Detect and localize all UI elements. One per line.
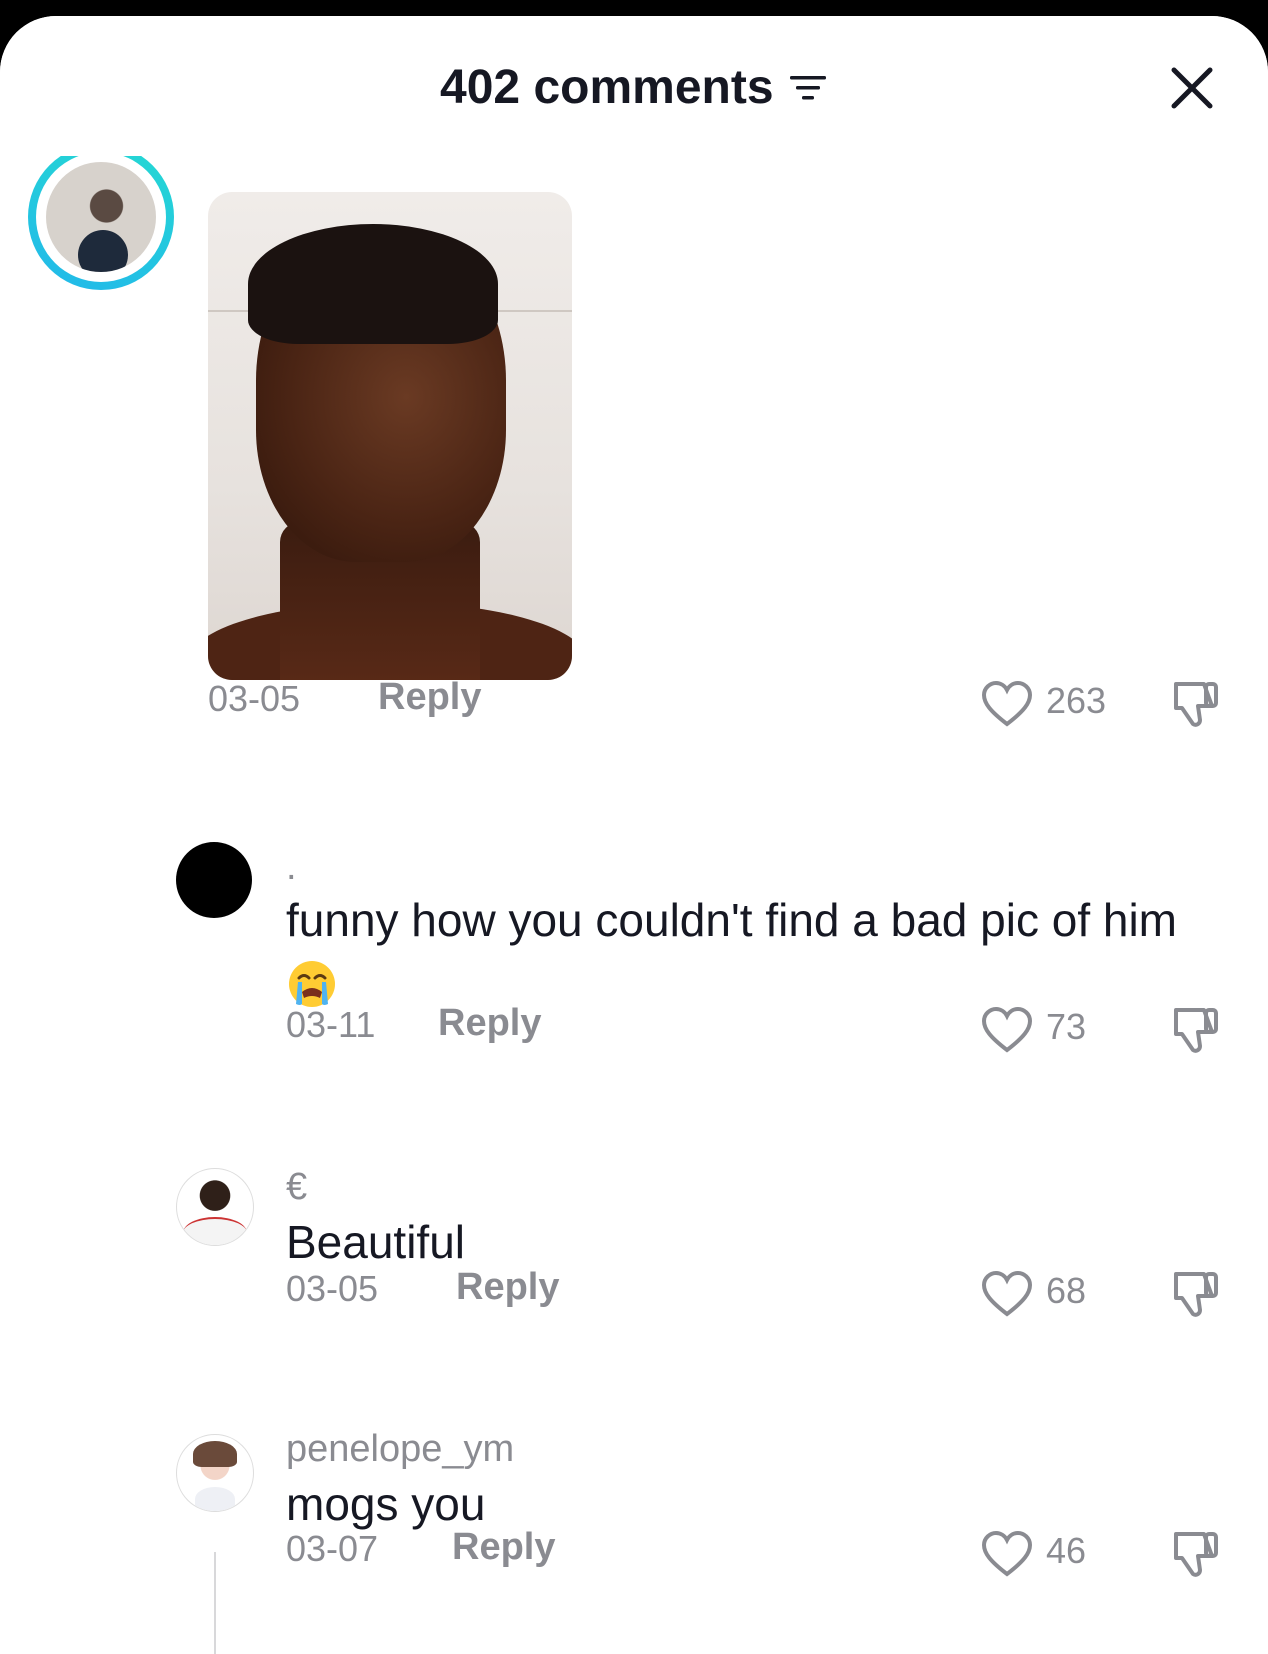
avatar[interactable] [176,842,252,918]
dislike-icon[interactable] [1168,1268,1224,1320]
like-count: 73 [1046,1006,1087,1047]
dislike-icon[interactable] [1168,1528,1224,1580]
comment-text-content: funny how you couldn't find a bad pic of… [286,894,1178,946]
avatar[interactable] [28,144,174,290]
avatar[interactable] [176,1168,254,1246]
comment-text: funny how you couldn't find a bad pic of… [286,890,1226,1010]
avatar[interactable] [176,1434,254,1512]
thread-line [214,1552,216,1654]
comment-date: 03-05 [208,678,301,719]
heart-icon[interactable] [980,1006,1034,1054]
comment-date: 03-07 [286,1528,379,1569]
comments-header: 402 comments [0,16,1268,156]
comment-username[interactable]: penelope_ym [286,1428,514,1471]
heart-icon[interactable] [980,1270,1034,1318]
comment-photo[interactable] [208,192,572,680]
heart-icon[interactable] [980,680,1034,728]
comment-text: Beautiful [286,1216,466,1268]
loudly-crying-emoji [289,960,335,1007]
heart-icon[interactable] [980,1530,1034,1578]
like-count: 68 [1046,1270,1087,1311]
like-count: 46 [1046,1530,1087,1571]
comment-username[interactable]: € [286,1166,307,1209]
comments-sheet: 402 comments 03-05 Reply 263 . funny how… [0,16,1268,1654]
comments-count-title: 402 comments [440,61,774,114]
comment-text: mogs you [286,1478,486,1530]
dislike-icon[interactable] [1168,1004,1224,1056]
comment-date: 03-11 [286,1004,376,1045]
reply-button[interactable]: Reply [378,676,481,719]
close-icon[interactable] [1164,60,1220,116]
reply-button[interactable]: Reply [438,1002,541,1045]
filter-icon[interactable] [788,72,828,104]
like-count: 263 [1046,680,1107,721]
dislike-icon[interactable] [1168,678,1224,730]
reply-button[interactable]: Reply [452,1526,555,1569]
comment-username[interactable]: . [286,846,297,889]
title-wrap: 402 comments [0,60,1268,115]
reply-button[interactable]: Reply [456,1266,559,1309]
comment-date: 03-05 [286,1268,379,1309]
avatar-photo [46,162,156,272]
